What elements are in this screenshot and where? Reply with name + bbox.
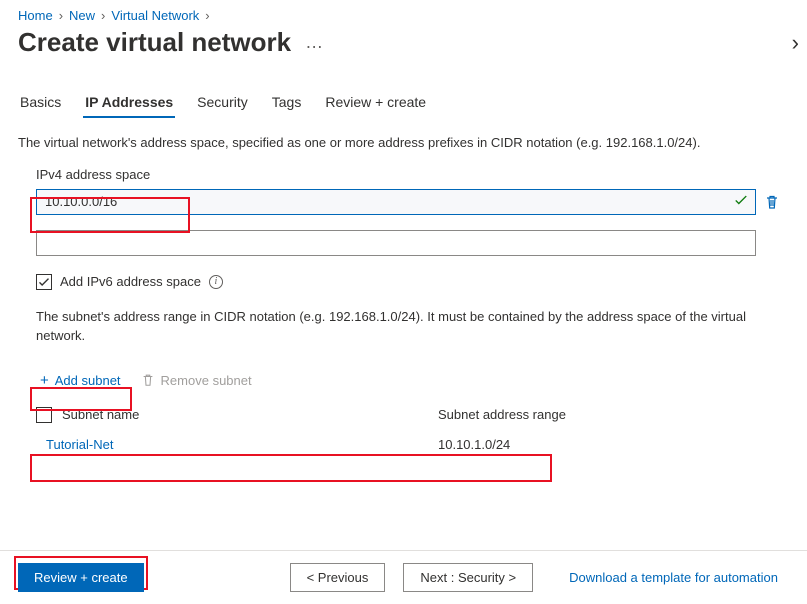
chevron-right-icon[interactable]: › xyxy=(792,30,799,56)
breadcrumb: Home › New › Virtual Network › xyxy=(18,8,789,23)
ipv4-address-input-0[interactable] xyxy=(36,189,756,215)
subnet-range-value: 10.10.1.0/24 xyxy=(438,437,510,452)
ipv6-checkbox[interactable] xyxy=(36,274,52,290)
col-subnet-name: Subnet name xyxy=(62,407,139,422)
tabs: Basics IP Addresses Security Tags Review… xyxy=(18,88,789,118)
subnet-table-header: Subnet name Subnet address range xyxy=(36,407,789,423)
next-button[interactable]: Next : Security > xyxy=(403,563,533,592)
plus-icon: + xyxy=(40,372,49,389)
checkmark-icon xyxy=(734,193,748,207)
info-icon[interactable]: i xyxy=(209,275,223,289)
breadcrumb-virtual-network[interactable]: Virtual Network xyxy=(111,8,199,23)
tab-tags[interactable]: Tags xyxy=(270,88,304,118)
label-ipv4-address-space: IPv4 address space xyxy=(36,167,789,182)
footer: Review + create < Previous Next : Securi… xyxy=(0,550,807,604)
tab-review-create[interactable]: Review + create xyxy=(323,88,428,118)
trash-icon xyxy=(764,194,780,210)
delete-address-button[interactable] xyxy=(764,194,780,210)
breadcrumb-home[interactable]: Home xyxy=(18,8,53,23)
tab-basics[interactable]: Basics xyxy=(18,88,63,118)
chevron-right-icon: › xyxy=(59,8,63,23)
page-title: Create virtual network xyxy=(18,27,291,58)
more-menu-button[interactable]: … xyxy=(305,32,325,53)
subnet-row: Tutorial-Net 10.10.1.0/24 xyxy=(36,437,789,452)
review-create-button[interactable]: Review + create xyxy=(18,563,144,592)
add-subnet-button[interactable]: + Add subnet xyxy=(36,370,125,391)
add-subnet-label: Add subnet xyxy=(55,373,121,388)
chevron-right-icon: › xyxy=(205,8,209,23)
ipv4-address-input-1[interactable] xyxy=(36,230,756,256)
download-template-link[interactable]: Download a template for automation xyxy=(569,570,778,585)
remove-subnet-button[interactable]: Remove subnet xyxy=(141,373,252,388)
chevron-right-icon: › xyxy=(101,8,105,23)
tab-security[interactable]: Security xyxy=(195,88,250,118)
select-all-subnets-checkbox[interactable] xyxy=(36,407,52,423)
label-add-ipv6: Add IPv6 address space xyxy=(60,274,201,289)
help-subnet-range: The subnet's address range in CIDR notat… xyxy=(36,308,776,346)
check-icon xyxy=(38,276,50,288)
col-subnet-range: Subnet address range xyxy=(438,407,566,422)
trash-icon xyxy=(141,373,155,387)
help-address-space: The virtual network's address space, spe… xyxy=(18,134,789,153)
tab-ip-addresses[interactable]: IP Addresses xyxy=(83,88,175,118)
subnet-name-link[interactable]: Tutorial-Net xyxy=(46,437,113,452)
highlight-box xyxy=(30,454,552,482)
remove-subnet-label: Remove subnet xyxy=(161,373,252,388)
previous-button[interactable]: < Previous xyxy=(290,563,386,592)
breadcrumb-new[interactable]: New xyxy=(69,8,95,23)
